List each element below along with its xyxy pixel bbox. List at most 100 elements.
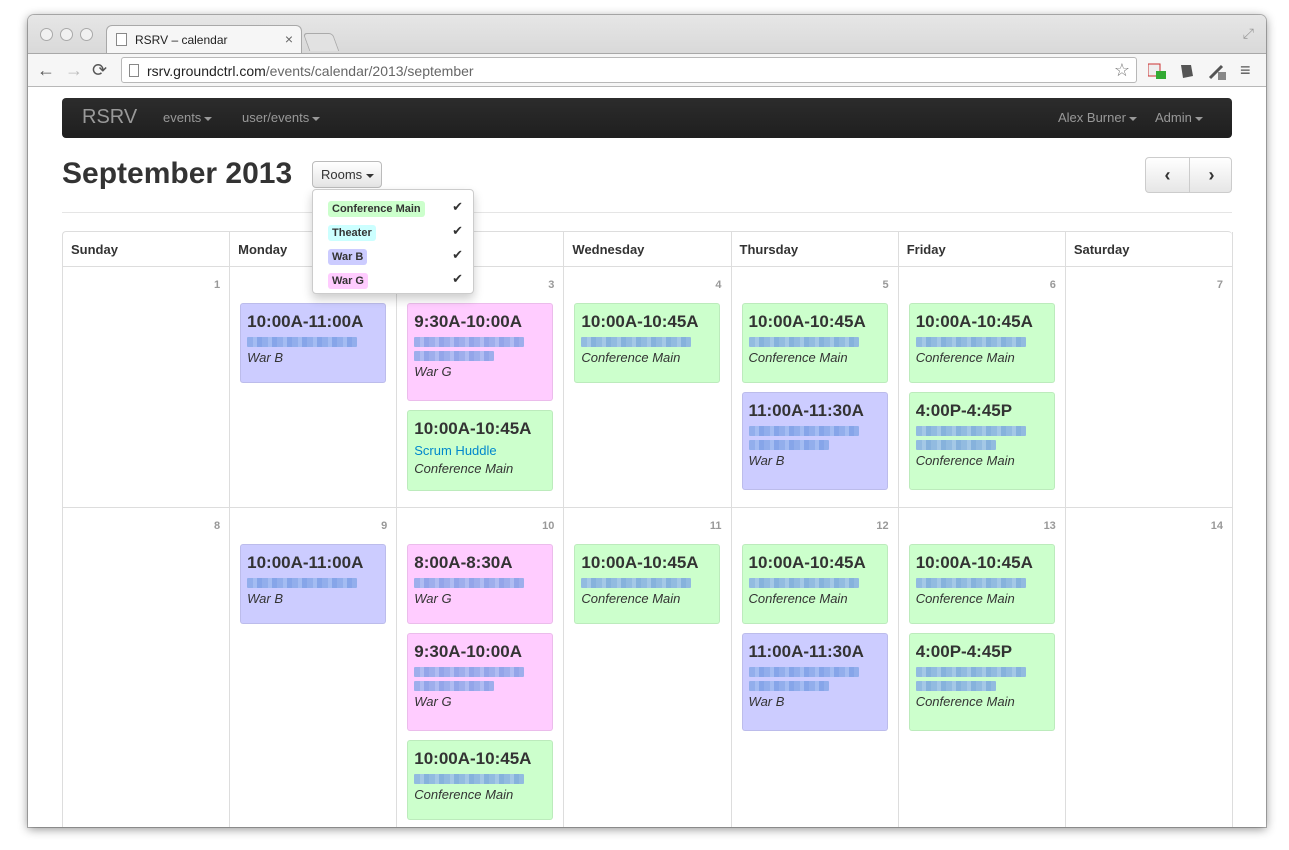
url-text: rsrv.groundctrl.com/events/calendar/2013… bbox=[147, 63, 474, 79]
calendar-grid: SundayMondayTuesdayWednesdayThursdayFrid… bbox=[62, 231, 1233, 827]
redacted-event-title bbox=[414, 667, 525, 677]
extension-icon[interactable] bbox=[1147, 62, 1166, 80]
forward-icon[interactable]: → bbox=[65, 60, 83, 81]
menu-icon[interactable]: ≡ bbox=[1240, 60, 1251, 81]
event-card[interactable]: 10:00A-10:45A Conference Main bbox=[741, 544, 888, 624]
reload-icon[interactable]: ⟳ bbox=[92, 60, 107, 81]
event-card[interactable]: 10:00A-10:45A Conference Main bbox=[908, 303, 1055, 383]
event-card[interactable]: 10:00A-10:45A Conference Main bbox=[574, 544, 721, 624]
caret-down-icon bbox=[204, 116, 213, 121]
event-card[interactable]: 10:00A-11:00A War B bbox=[240, 303, 387, 383]
day-cell[interactable]: 210:00A-11:00AWar B bbox=[230, 267, 398, 508]
day-cell[interactable]: 13 10:00A-10:45A Conference Main 4:00P-4:45… bbox=[899, 508, 1066, 827]
event-title-link[interactable]: Scrum Huddle bbox=[414, 443, 546, 458]
event-time: 11:00A-11:30A bbox=[748, 401, 864, 420]
caret-down-icon bbox=[366, 173, 375, 178]
redacted-event-title bbox=[915, 426, 1026, 436]
fullscreen-icon[interactable]: ⤢ bbox=[1243, 25, 1254, 42]
brand-logo[interactable]: RSRV bbox=[82, 106, 137, 129]
event-card[interactable]: 10:00A-10:45A Conference Main bbox=[407, 740, 554, 820]
redacted-event-title bbox=[414, 681, 495, 691]
day-cell[interactable]: 14 bbox=[1066, 508, 1233, 827]
zoom-window-button[interactable] bbox=[80, 28, 93, 41]
event-card[interactable]: 4:00P-4:45P Conference Main bbox=[908, 392, 1055, 490]
url-host: rsrv.groundctrl.com bbox=[147, 63, 266, 79]
event-card[interactable]: 11:00A-11:30A War B bbox=[741, 392, 888, 490]
event-room: Conference Main bbox=[581, 350, 681, 365]
event-card[interactable]: 9:30A-10:00A War G bbox=[407, 633, 554, 731]
event-card[interactable]: 11:00A-11:30A War B bbox=[741, 633, 888, 731]
rooms-dropdown-button[interactable]: Rooms bbox=[312, 161, 382, 188]
day-cell[interactable]: 7 bbox=[1065, 267, 1233, 508]
redacted-event-title bbox=[748, 337, 859, 347]
event-card[interactable]: 4:00P-4:45P Conference Main bbox=[908, 633, 1055, 731]
day-cell[interactable]: 9 10:00A-11:00A War B bbox=[230, 508, 398, 827]
event-card[interactable]: 10:00A-10:45A Conference Main bbox=[574, 303, 721, 383]
redacted-event-title bbox=[414, 578, 525, 588]
bookmark-star-icon[interactable]: ☆ bbox=[1114, 60, 1130, 81]
new-tab-button[interactable] bbox=[302, 33, 340, 51]
day-cell[interactable]: 6 10:00A-10:45A Conference Main 4:00P-4:45P… bbox=[898, 267, 1066, 508]
tab-strip: RSRV – calendar × ⤢ bbox=[28, 15, 1266, 53]
redacted-event-title bbox=[915, 681, 996, 691]
event-card[interactable]: 10:00A-10:45A Scrum Huddle Conference Main bbox=[407, 410, 554, 491]
day-cell[interactable]: 4 10:00A-10:45A Conference Main bbox=[564, 267, 732, 508]
checkmark-icon: ✔ bbox=[452, 199, 463, 214]
rooms-dropdown-item[interactable]: War B ✔ bbox=[328, 247, 463, 265]
nav-user-events[interactable]: user/events bbox=[242, 110, 321, 125]
room-label: Conference Main bbox=[328, 201, 425, 217]
redacted-event-title bbox=[748, 440, 829, 450]
checkmark-icon: ✔ bbox=[452, 271, 463, 286]
url-path: /events/calendar/2013/september bbox=[265, 63, 474, 79]
weekday-header: Friday bbox=[898, 232, 1066, 267]
day-cell[interactable]: 8 bbox=[63, 508, 231, 827]
day-number: 5 bbox=[882, 279, 889, 291]
event-room: War G bbox=[414, 694, 452, 709]
evernote-icon[interactable] bbox=[1178, 62, 1196, 80]
redacted-event-title bbox=[414, 337, 525, 347]
redacted-event-title bbox=[581, 337, 692, 347]
nav-user-menu[interactable]: Alex Burner bbox=[1058, 110, 1137, 125]
event-card[interactable]: 10:00A-10:45A Conference Main bbox=[741, 303, 888, 383]
nav-user-label: Alex Burner bbox=[1058, 110, 1126, 125]
rooms-dropdown-item[interactable]: Conference Main ✔ bbox=[328, 199, 463, 217]
nav-user-events-label: user/events bbox=[242, 110, 310, 125]
event-card[interactable]: 10:00A-10:45A Conference Main bbox=[908, 544, 1055, 624]
browser-tab[interactable]: RSRV – calendar × bbox=[106, 25, 302, 53]
close-window-button[interactable] bbox=[40, 28, 53, 41]
event-card[interactable]: 10:00A-11:00A War B bbox=[240, 544, 387, 624]
day-number: 14 bbox=[1210, 520, 1223, 532]
rooms-dropdown-item[interactable]: Theater ✔ bbox=[328, 223, 463, 241]
event-time: 9:30A-10:00A bbox=[414, 312, 522, 331]
day-number: 3 bbox=[548, 279, 555, 291]
room-label: War B bbox=[328, 249, 368, 265]
day-cell[interactable]: 12 10:00A-10:45A Conference Main 11:00A-11:… bbox=[732, 508, 899, 827]
prev-month-button[interactable]: ‹ bbox=[1146, 158, 1189, 192]
day-cell[interactable]: 3 9:30A-10:00A War G 10:00A-10:45A Scrum Hud… bbox=[397, 267, 565, 508]
day-cell[interactable]: 11 10:00A-10:45A Conference Main bbox=[564, 508, 732, 827]
minimize-window-button[interactable] bbox=[60, 28, 73, 41]
day-cell[interactable]: 5 10:00A-10:45A Conference Main 11:00A-11:3… bbox=[731, 267, 899, 508]
nav-admin-menu[interactable]: Admin bbox=[1155, 110, 1203, 125]
back-icon[interactable]: ← bbox=[37, 60, 55, 81]
event-card[interactable]: 9:30A-10:00A War G bbox=[407, 303, 554, 401]
event-room: War G bbox=[414, 591, 452, 606]
redacted-event-title bbox=[247, 578, 358, 588]
nav-events[interactable]: events bbox=[163, 110, 213, 125]
event-time: 11:00A-11:30A bbox=[748, 642, 864, 661]
eyedropper-icon[interactable] bbox=[1208, 62, 1226, 80]
day-cell[interactable]: 1 bbox=[63, 267, 231, 508]
room-label: War G bbox=[328, 273, 368, 289]
day-cell[interactable]: 10 8:00A-8:30A War G 9:30A-10:00A War G 10:00… bbox=[397, 508, 565, 827]
event-room: Conference Main bbox=[915, 350, 1015, 365]
day-number: 4 bbox=[715, 279, 722, 291]
tab-close-icon[interactable]: × bbox=[285, 31, 293, 47]
address-bar[interactable]: rsrv.groundctrl.com/events/calendar/2013… bbox=[121, 57, 1137, 83]
event-time: 10:00A-10:45A bbox=[581, 553, 699, 572]
rooms-dropdown-item[interactable]: War G ✔ bbox=[328, 271, 463, 289]
event-time: 10:00A-10:45A bbox=[748, 553, 866, 572]
next-month-button[interactable]: › bbox=[1190, 158, 1233, 192]
event-time: 10:00A-10:45A bbox=[414, 419, 532, 438]
event-card[interactable]: 8:00A-8:30A War G bbox=[407, 544, 554, 624]
redacted-event-title bbox=[414, 774, 525, 784]
